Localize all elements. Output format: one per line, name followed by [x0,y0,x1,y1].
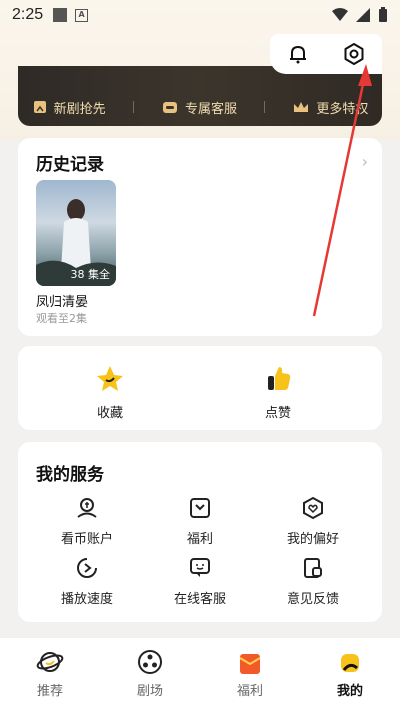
thumbs-up-icon [268,367,291,390]
service-label: 看币账户 [60,532,113,547]
nav-label: 推荐 [36,684,63,699]
service-feedback[interactable]: 意见反馈 [258,556,368,607]
service-speed[interactable]: 播放速度 [32,556,142,607]
wifi-icon [332,8,348,21]
services-card: 我的服务 看币账户 福利 我的偏好 播放速度 在线客服 意见反馈 [18,442,382,622]
favorites-button[interactable]: 收藏 [50,364,170,421]
new-drama-icon [33,101,46,113]
gift-envelope-icon [239,654,261,674]
perk-label: 专属客服 [184,101,237,117]
service-icon [162,102,177,113]
keyboard-icon: A [75,8,89,22]
welfare-icon [190,498,210,518]
crown-icon [294,102,309,112]
heart-shield-icon [303,496,323,520]
likes-button[interactable]: 点赞 [218,364,338,421]
favorites-card: 收藏 点赞 [18,346,382,430]
divider [132,101,134,113]
divider [264,101,266,113]
notification-icon [53,8,68,22]
episode-count: 38 集全 [70,268,111,281]
feedback-icon [304,558,322,578]
show-title[interactable]: 凤归清晏 [36,291,88,310]
nav-theater[interactable]: 剧场 [110,648,190,699]
service-online-support[interactable]: 在线客服 [145,556,255,607]
services-title: 我的服务 [36,465,104,485]
profile-icon [341,654,359,672]
nav-label: 剧场 [136,684,163,699]
status-bar: 2:25 A [0,0,400,30]
service-label: 意见反馈 [286,592,339,607]
perk-label: 新剧抢先 [53,101,106,117]
nav-welfare[interactable]: 福利 [210,648,290,699]
bell-icon[interactable] [287,43,309,65]
nav-label: 福利 [236,684,263,699]
service-label: 福利 [186,532,213,547]
service-welfare[interactable]: 福利 [145,496,255,547]
chat-icon [190,558,210,577]
perk-label: 更多特权 [316,101,369,117]
service-label: 我的偏好 [286,532,339,547]
film-reel-icon [138,650,162,674]
bottom-nav: 推荐 剧场 福利 我的 [0,638,400,710]
star-icon [97,366,123,391]
nav-recommend[interactable]: 推荐 [10,648,90,699]
nav-label: 我的 [336,684,363,699]
coin-account-icon [77,498,97,518]
signal-icon [356,8,370,22]
service-preferences[interactable]: 我的偏好 [258,496,368,547]
history-card: 历史记录 › 38 集全 凤归清晏 观看至2集 [18,138,382,336]
planet-icon [36,652,64,672]
service-label: 在线客服 [173,592,226,607]
status-time: 2:25 [12,6,44,23]
drama-poster[interactable]: 38 集全 [36,180,116,286]
nav-profile[interactable]: 我的 [310,648,390,699]
watch-progress: 观看至2集 [36,312,87,325]
likes-label: 点赞 [264,406,291,421]
perk-service[interactable]: 专属客服 [161,98,237,117]
settings-icon[interactable] [342,42,366,66]
vip-perks: 新剧抢先 专属客服 更多特权 [18,92,382,122]
service-label: 播放速度 [60,592,113,607]
service-coin-account[interactable]: 看币账户 [32,496,142,547]
history-title: 历史记录 [36,155,104,175]
speed-icon [77,558,97,578]
battery-icon [379,7,387,22]
perk-more[interactable]: 更多特权 [292,98,368,117]
chevron-right-icon[interactable]: › [362,152,368,171]
favorites-label: 收藏 [96,406,123,421]
top-toolbar [270,34,382,74]
perk-new-drama[interactable]: 新剧抢先 [32,98,106,117]
